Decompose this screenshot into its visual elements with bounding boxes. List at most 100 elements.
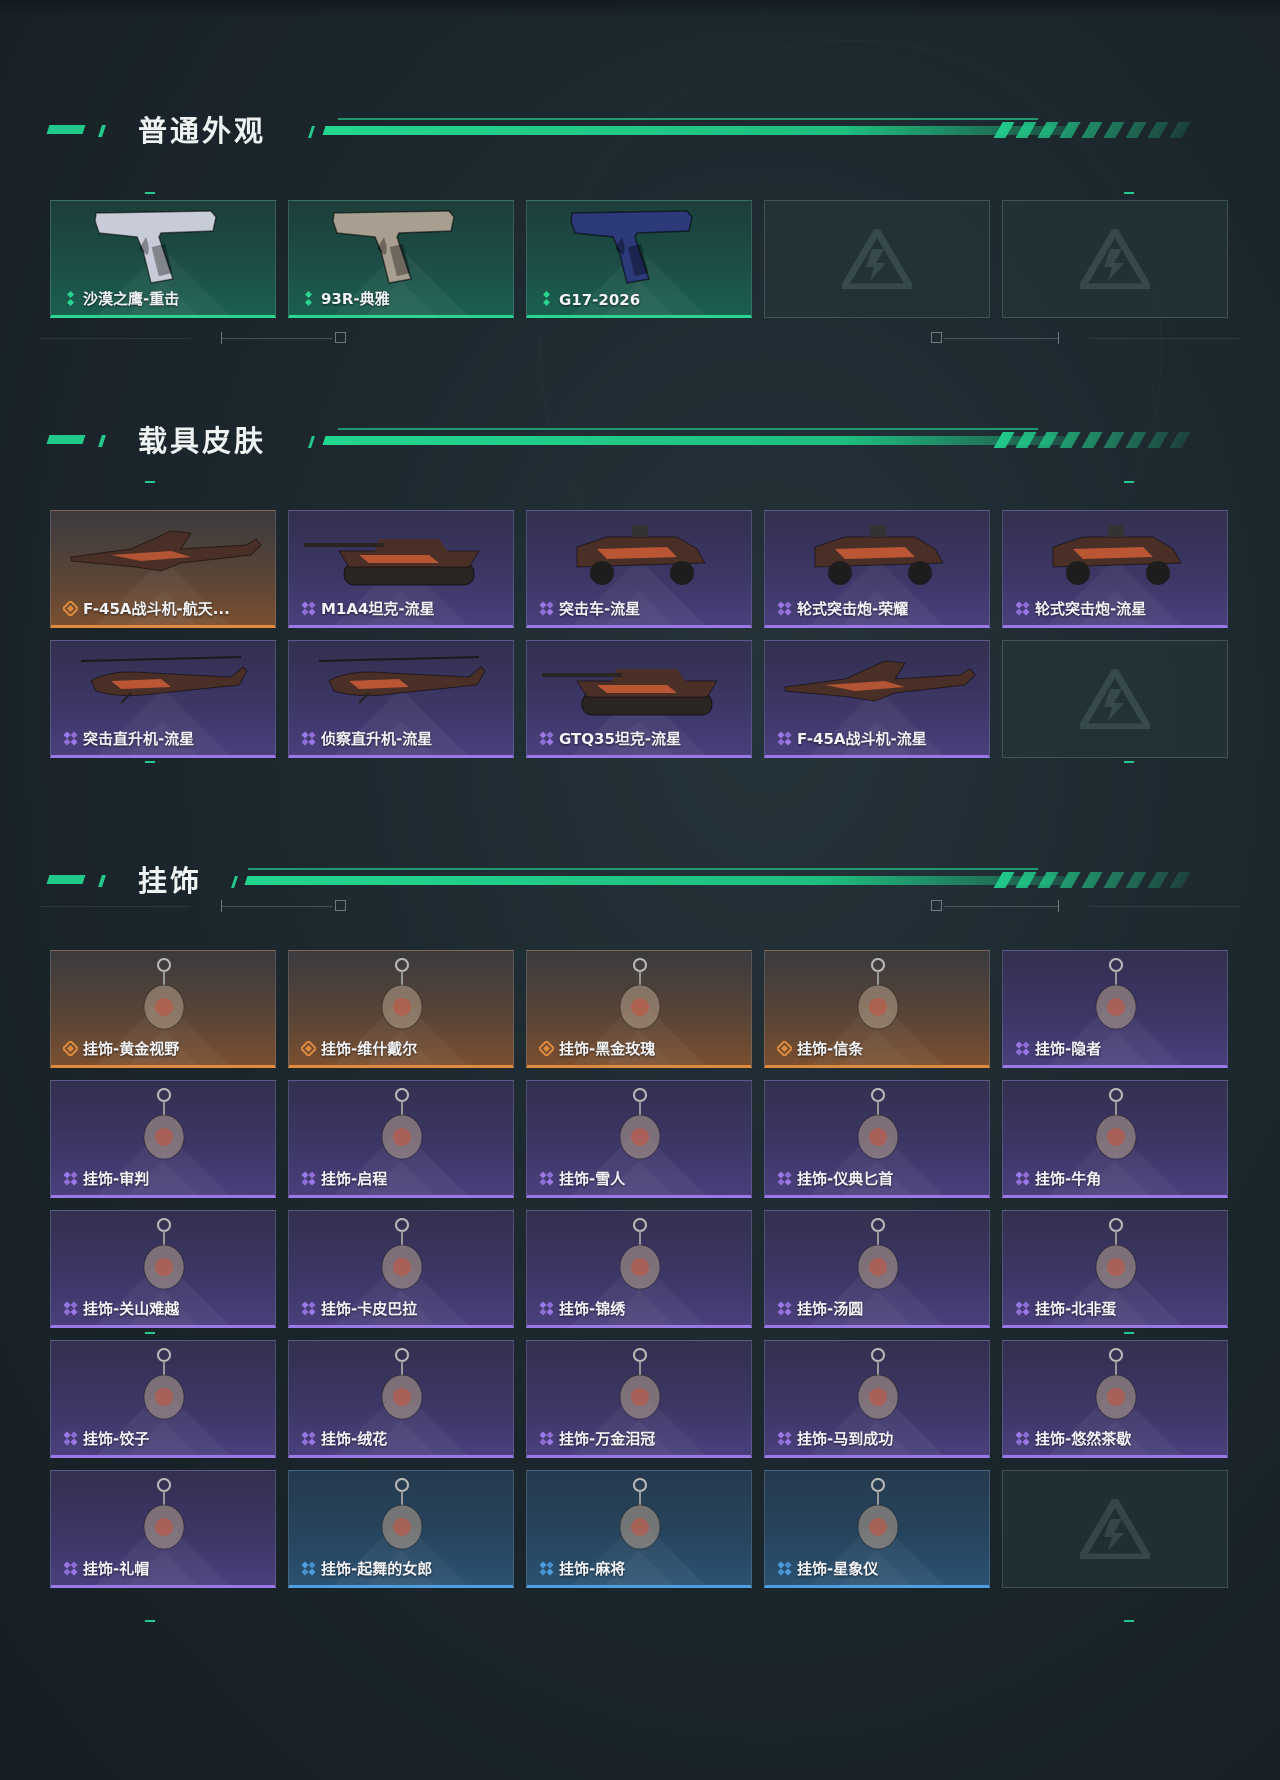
- vehicle-skin-card[interactable]: F-45A战斗机-航天...: [50, 510, 276, 628]
- logo-icon: [1080, 1499, 1150, 1559]
- rarity-icon: [539, 731, 554, 746]
- item-name-label: 挂饰-黑金玫瑰: [559, 1040, 656, 1058]
- vehicle-skin-card[interactable]: 突击车-流星: [526, 510, 752, 628]
- item-name-label: 挂饰-维什戴尔: [321, 1040, 418, 1058]
- rarity-icon: [777, 1171, 792, 1186]
- vehicle-skin-card[interactable]: 轮式突击炮-荣耀: [764, 510, 990, 628]
- charm-card[interactable]: 挂饰-维什戴尔: [288, 950, 514, 1068]
- rarity-icon: [61, 599, 80, 618]
- charm-card[interactable]: 挂饰-马到成功: [764, 1340, 990, 1458]
- rarity-icon: [63, 1301, 78, 1316]
- header-accent: [231, 876, 238, 888]
- empty-slot: [1002, 200, 1228, 318]
- rarity-icon: [63, 1561, 78, 1576]
- header-accent: [98, 125, 106, 137]
- header-accent: [308, 436, 315, 448]
- item-name-label: 93R-典雅: [321, 290, 390, 308]
- item-name-label: 挂饰-审判: [83, 1170, 150, 1188]
- rarity-icon: [777, 1301, 792, 1316]
- item-name-label: 挂饰-牛角: [1035, 1170, 1102, 1188]
- logo-icon: [1080, 669, 1150, 729]
- charm-card[interactable]: 挂饰-牛角: [1002, 1080, 1228, 1198]
- corner-tick: [1124, 1620, 1134, 1622]
- rarity-icon: [63, 1431, 78, 1446]
- item-name-label: 挂饰-关山难越: [83, 1300, 180, 1318]
- item-name-label: 挂饰-万金泪冠: [559, 1430, 656, 1448]
- vehicle-skin-card[interactable]: 轮式突击炮-流星: [1002, 510, 1228, 628]
- vehicle-skin-card[interactable]: M1A4坦克-流星: [288, 510, 514, 628]
- weapon-skin-card[interactable]: 93R-典雅: [288, 200, 514, 318]
- vehicle-skin-card[interactable]: GTQ35坦克-流星: [526, 640, 752, 758]
- header-bar: [322, 436, 1066, 445]
- item-name-label: 挂饰-卡皮巴拉: [321, 1300, 418, 1318]
- charm-card[interactable]: 挂饰-汤圆: [764, 1210, 990, 1328]
- charm-card[interactable]: 挂饰-星象仪: [764, 1470, 990, 1588]
- weapon-skin-card[interactable]: G17-2026: [526, 200, 752, 318]
- charm-card[interactable]: 挂饰-雪人: [526, 1080, 752, 1198]
- rarity-icon: [777, 731, 792, 746]
- header-thin-line: [248, 868, 1038, 870]
- rarity-icon: [61, 1039, 80, 1058]
- rarity-icon: [1015, 1171, 1030, 1186]
- rarity-icon: [539, 291, 554, 306]
- charm-card[interactable]: 挂饰-隐者: [1002, 950, 1228, 1068]
- charm-card[interactable]: 挂饰-起舞的女郎: [288, 1470, 514, 1588]
- charm-card[interactable]: 挂饰-万金泪冠: [526, 1340, 752, 1458]
- charm-card[interactable]: 挂饰-北非蛋: [1002, 1210, 1228, 1328]
- item-name-label: 挂饰-麻将: [559, 1560, 626, 1578]
- charm-card[interactable]: 挂饰-礼帽: [50, 1470, 276, 1588]
- item-name-label: 轮式突击炮-流星: [1035, 600, 1147, 618]
- charm-card[interactable]: 挂饰-麻将: [526, 1470, 752, 1588]
- section-title-weapons: 普通外观: [138, 114, 267, 148]
- section-header-vehicles: 载具皮肤: [46, 422, 1208, 458]
- logo-icon: [1080, 229, 1150, 289]
- corner-tick: [145, 1332, 155, 1334]
- charm-card[interactable]: 挂饰-黄金视野: [50, 950, 276, 1068]
- charm-card[interactable]: 挂饰-锦绣: [526, 1210, 752, 1328]
- item-name-label: 挂饰-黄金视野: [83, 1040, 180, 1058]
- charm-card[interactable]: 挂饰-仪典匕首: [764, 1080, 990, 1198]
- item-name-label: 挂饰-起舞的女郎: [321, 1560, 433, 1578]
- rarity-icon: [1015, 1431, 1030, 1446]
- charm-card[interactable]: 挂饰-启程: [288, 1080, 514, 1198]
- header-accent: [46, 125, 86, 134]
- charm-card[interactable]: 挂饰-关山难越: [50, 1210, 276, 1328]
- rarity-icon: [775, 1039, 794, 1058]
- empty-slot: [1002, 1470, 1228, 1588]
- rarity-icon: [301, 601, 316, 616]
- charm-card[interactable]: 挂饰-审判: [50, 1080, 276, 1198]
- rarity-icon: [1015, 601, 1030, 616]
- item-name-label: F-45A战斗机-流星: [797, 730, 927, 748]
- vehicle-skin-card[interactable]: 突击直升机-流星: [50, 640, 276, 758]
- rarity-icon: [301, 731, 316, 746]
- vehicle-skin-card[interactable]: 侦察直升机-流星: [288, 640, 514, 758]
- rarity-icon: [63, 291, 78, 306]
- weapon-skin-card[interactable]: 沙漠之鹰-重击: [50, 200, 276, 318]
- section-header-weapons: 普通外观: [46, 112, 1208, 148]
- charm-card[interactable]: 挂饰-饺子: [50, 1340, 276, 1458]
- header-thin-line: [338, 118, 1038, 120]
- item-name-label: F-45A战斗机-航天...: [83, 600, 230, 618]
- header-accent: [46, 875, 86, 884]
- item-name-label: 突击车-流星: [559, 600, 641, 618]
- item-name-label: 轮式突击炮-荣耀: [797, 600, 909, 618]
- charm-card[interactable]: 挂饰-绒花: [288, 1340, 514, 1458]
- rarity-icon: [301, 1561, 316, 1576]
- charm-card[interactable]: 挂饰-悠然茶歇: [1002, 1340, 1228, 1458]
- item-name-label: GTQ35坦克-流星: [559, 730, 682, 748]
- section-title-charms: 挂饰: [138, 864, 203, 898]
- rarity-icon: [1015, 1301, 1030, 1316]
- charm-card[interactable]: 挂饰-信条: [764, 950, 990, 1068]
- item-name-label: 挂饰-锦绣: [559, 1300, 626, 1318]
- corner-tick: [1124, 761, 1134, 763]
- rarity-icon: [301, 1301, 316, 1316]
- charm-card[interactable]: 挂饰-黑金玫瑰: [526, 950, 752, 1068]
- corner-tick: [145, 761, 155, 763]
- item-name-label: 挂饰-礼帽: [83, 1560, 150, 1578]
- item-name-label: 挂饰-汤圆: [797, 1300, 864, 1318]
- rarity-icon: [539, 1561, 554, 1576]
- header-bar: [322, 126, 1066, 135]
- charm-card[interactable]: 挂饰-卡皮巴拉: [288, 1210, 514, 1328]
- vehicle-skin-card[interactable]: F-45A战斗机-流星: [764, 640, 990, 758]
- item-name-label: 挂饰-雪人: [559, 1170, 626, 1188]
